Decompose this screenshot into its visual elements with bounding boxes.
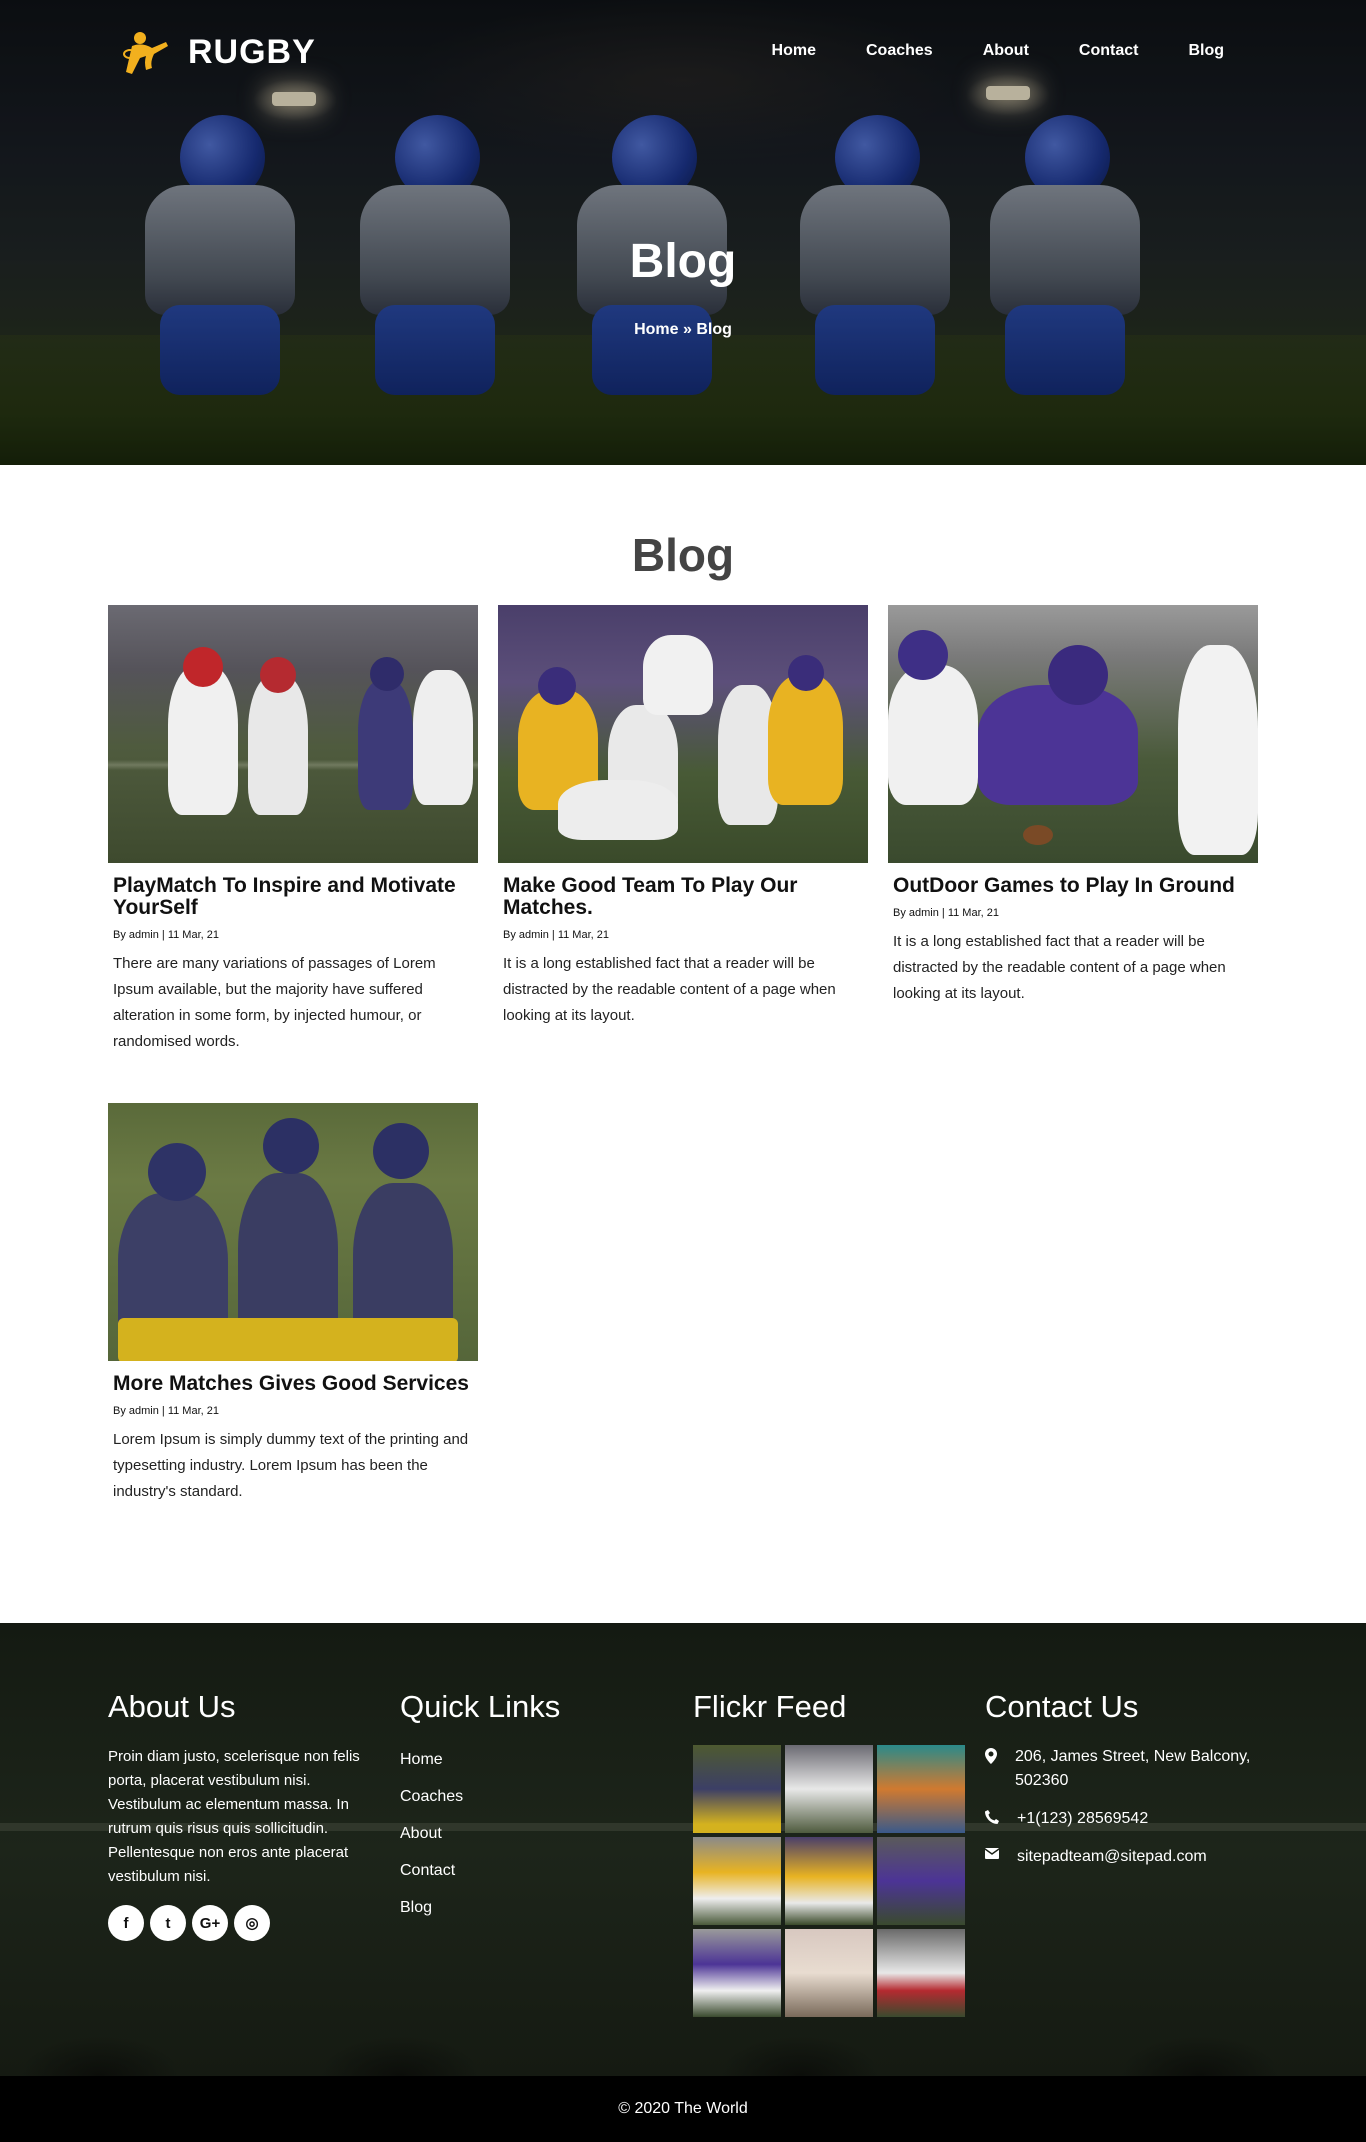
blog-card: OutDoor Games to Play In Ground By admin…	[888, 605, 1258, 1007]
about-heading: About Us	[108, 1689, 236, 1724]
contact-email: sitepadteam@sitepad.com	[985, 1845, 1255, 1869]
nav-coaches[interactable]: Coaches	[866, 42, 933, 60]
contact-address: 206, James Street, New Balcony, 502360	[985, 1745, 1255, 1793]
footer-link-about[interactable]: About	[400, 1825, 560, 1843]
section-heading: Blog	[631, 529, 735, 581]
post-title[interactable]: Make Good Team To Play Our Matches.	[503, 874, 863, 919]
nav-home[interactable]: Home	[772, 42, 816, 60]
envelope-icon	[985, 1848, 999, 1859]
footer-link-blog[interactable]: Blog	[400, 1899, 560, 1917]
post-title[interactable]: OutDoor Games to Play In Ground	[893, 874, 1253, 897]
flickr-thumb[interactable]	[877, 1929, 965, 2017]
flickr-thumb[interactable]	[693, 1837, 781, 1925]
post-thumbnail[interactable]	[498, 605, 868, 863]
map-marker-icon	[985, 1748, 997, 1764]
quick-links-heading: Quick Links	[400, 1689, 561, 1724]
nav-blog[interactable]: Blog	[1188, 42, 1224, 60]
flickr-gallery	[693, 1745, 965, 2017]
phone-text[interactable]: +1(123) 28569542	[1017, 1807, 1148, 1831]
copyright-text: © 2020 The World	[618, 2100, 748, 2117]
flickr-thumb[interactable]	[693, 1929, 781, 2017]
post-thumbnail[interactable]	[108, 1103, 478, 1361]
facebook-icon[interactable]: f	[108, 1905, 144, 1941]
nav-about[interactable]: About	[983, 42, 1029, 60]
post-thumbnail[interactable]	[888, 605, 1258, 863]
post-excerpt: It is a long established fact that a rea…	[503, 955, 836, 1025]
post-thumbnail[interactable]	[108, 605, 478, 863]
post-title[interactable]: PlayMatch To Inspire and Motivate YourSe…	[113, 874, 473, 919]
footer-about: About Us Proin diam justo, scelerisque n…	[108, 1689, 378, 1941]
post-excerpt: There are many variations of passages of…	[113, 955, 436, 1051]
footer-link-coaches[interactable]: Coaches	[400, 1788, 560, 1806]
hero-banner: RUGBY Home Coaches About Contact Blog Bl…	[0, 0, 1366, 465]
phone-icon	[985, 1810, 999, 1824]
post-excerpt: It is a long established fact that a rea…	[893, 933, 1226, 1003]
instagram-icon[interactable]: ◎	[234, 1905, 270, 1941]
post-excerpt: Lorem Ipsum is simply dummy text of the …	[113, 1431, 469, 1501]
social-links: f t G+ ◎	[108, 1905, 378, 1941]
footer-flickr: Flickr Feed	[693, 1689, 965, 2017]
site-logo[interactable]: RUGBY	[118, 24, 316, 80]
brand-name: RUGBY	[188, 32, 316, 71]
flickr-thumb[interactable]	[785, 1837, 873, 1925]
copyright-bar: © 2020 The World	[0, 2076, 1366, 2142]
footer-contact: Contact Us 206, James Street, New Balcon…	[985, 1689, 1255, 1883]
flickr-thumb[interactable]	[877, 1745, 965, 1833]
flickr-thumb[interactable]	[785, 1745, 873, 1833]
address-text: 206, James Street, New Balcony, 502360	[1015, 1748, 1251, 1789]
flickr-thumb[interactable]	[877, 1837, 965, 1925]
flickr-heading: Flickr Feed	[693, 1689, 847, 1724]
flickr-thumb[interactable]	[785, 1929, 873, 2017]
crowd-silhouettes	[0, 1956, 1366, 2076]
rugby-player-icon	[123, 32, 168, 74]
contact-heading: Contact Us	[985, 1689, 1139, 1724]
main-menu: Home Coaches About Contact Blog	[772, 42, 1224, 60]
nav-contact[interactable]: Contact	[1079, 42, 1139, 60]
footer-quick-links: Quick Links Home Coaches About Contact B…	[400, 1689, 560, 1936]
site-footer: About Us Proin diam justo, scelerisque n…	[0, 1623, 1366, 2076]
post-meta: By admin | 11 Mar, 21	[113, 1405, 219, 1418]
google-plus-icon[interactable]: G+	[192, 1905, 228, 1941]
blog-grid: PlayMatch To Inspire and Motivate YourSe…	[108, 605, 1258, 1515]
blog-card: PlayMatch To Inspire and Motivate YourSe…	[108, 605, 478, 1055]
top-navigation: RUGBY Home Coaches About Contact Blog	[0, 0, 1366, 105]
email-text[interactable]: sitepadteam@sitepad.com	[1017, 1845, 1207, 1869]
post-title[interactable]: More Matches Gives Good Services	[113, 1372, 473, 1395]
footer-link-home[interactable]: Home	[400, 1751, 560, 1769]
blog-section: Blog PlayMatch To Inspire and Motivate Y…	[0, 525, 1366, 1515]
post-meta: By admin | 11 Mar, 21	[113, 929, 219, 942]
twitter-icon[interactable]: t	[150, 1905, 186, 1941]
contact-phone: +1(123) 28569542	[985, 1807, 1255, 1831]
page-title: Blog	[629, 235, 737, 288]
breadcrumb: Home » Blog	[634, 321, 732, 338]
post-meta: By admin | 11 Mar, 21	[503, 929, 609, 942]
flickr-thumb[interactable]	[693, 1745, 781, 1833]
blog-card: More Matches Gives Good Services By admi…	[108, 1103, 478, 1505]
post-meta: By admin | 11 Mar, 21	[893, 907, 999, 920]
blog-card: Make Good Team To Play Our Matches. By a…	[498, 605, 868, 1029]
footer-link-contact[interactable]: Contact	[400, 1862, 560, 1880]
about-text: Proin diam justo, scelerisque non felis …	[108, 1748, 360, 1885]
